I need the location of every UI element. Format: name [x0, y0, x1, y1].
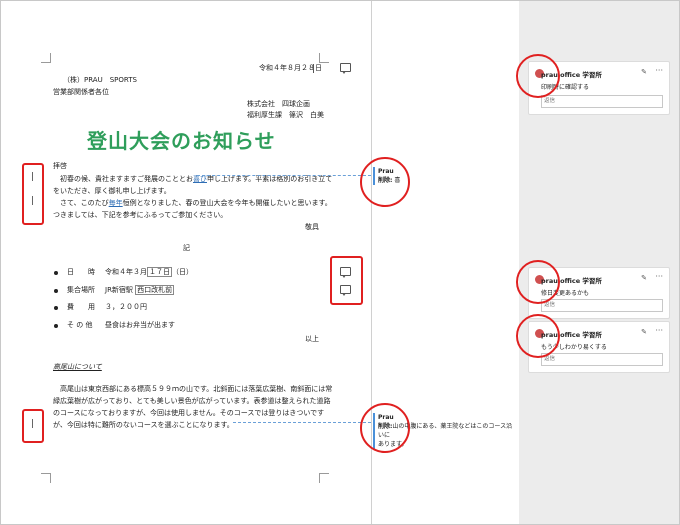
item-value-text: 令和４年３月	[105, 268, 147, 276]
body-line-2[interactable]: をいただき、厚く御礼申し上げます。	[53, 188, 171, 195]
more-icon[interactable]: ···	[655, 272, 663, 281]
reply-input[interactable]: 返信	[541, 299, 663, 312]
item-label[interactable]: 費 用	[67, 304, 95, 311]
body-text: をいただき、厚く御礼申し上げます。	[53, 187, 171, 195]
body-text: つきましては、下記を参考にふるってご参加ください。	[53, 211, 228, 219]
section-line[interactable]: 高尾山は東京西部にある標高５９９ｍの山です。北斜面には落葉広葉樹、南斜面には常	[53, 386, 332, 393]
highlight-circle	[516, 260, 560, 304]
reply-input[interactable]: 返信	[541, 353, 663, 366]
item-value-text: （日）	[172, 268, 193, 276]
body-line-1[interactable]: 初春の候、貴社ますますご発展のこととお喜び申し上げます。平素は格別のお引き立て	[53, 176, 332, 183]
greeting[interactable]: 拝啓	[53, 163, 67, 170]
comment-anchor[interactable]: １７日	[147, 267, 172, 277]
item-value[interactable]: 令和４年３月 １７日 （日）	[105, 267, 193, 277]
margin-corner	[41, 473, 51, 483]
item-label[interactable]: 集合場所	[67, 287, 95, 294]
bullet	[54, 289, 58, 293]
body-text: 初春の候、貴社ますますご発展のこととお	[53, 175, 193, 183]
document-title[interactable]: 登山大会のお知らせ	[87, 125, 276, 154]
reply-input[interactable]: 返信	[541, 95, 663, 108]
body-text: 恒例となりました、春の登山大会を今年も開催したいと思います。	[122, 199, 332, 207]
sender-person[interactable]: 福利厚生課 篠沢 白美	[247, 112, 324, 119]
highlight-circle	[516, 314, 560, 358]
comment-anchor[interactable]: 毎年	[109, 199, 123, 207]
more-icon[interactable]: ···	[655, 326, 663, 335]
margin-corner	[319, 473, 329, 483]
more-icon[interactable]: ···	[655, 66, 663, 75]
margin-corner	[319, 53, 329, 63]
section-line[interactable]: 緑広葉樹が広がっており、とても美しい景色が広がっています。表参道は整えられた道路	[53, 398, 331, 405]
bullet	[54, 324, 58, 328]
highlight-box	[330, 256, 363, 305]
comment-icon[interactable]	[340, 63, 351, 74]
highlight-circle	[360, 157, 410, 207]
item-value[interactable]: ３，２００円	[105, 304, 147, 311]
highlight-circle	[360, 403, 410, 453]
bullet	[54, 271, 58, 275]
section-line[interactable]: のコースになっておりますが、今回は使用しません。そのコースでは登りはきついです	[53, 410, 324, 417]
highlight-circle	[516, 54, 560, 98]
highlight-box	[22, 163, 44, 225]
change-connector	[233, 422, 371, 423]
body-text: 申し上げます。平素は格別のお引き立て	[207, 175, 333, 183]
section-heading[interactable]: 高尾山について	[53, 364, 102, 371]
edit-icon[interactable]: ✎	[641, 68, 647, 76]
item-label[interactable]: 日 時	[67, 269, 95, 276]
body-text: さて、このたび	[53, 199, 109, 207]
sender-company[interactable]: 株式会社 四球企画	[247, 101, 310, 108]
keigu[interactable]: 敬具	[305, 224, 319, 231]
margin-corner	[41, 53, 51, 63]
document-page[interactable]: 令和４年８月２８日 （株）PRAU SPORTS 営業部関係者各位 株式会社 四…	[1, 1, 371, 524]
section-line[interactable]: が、今回は特に難所のないコースを選ぶことになります。	[53, 422, 234, 429]
tracked-change[interactable]: 喜び	[193, 175, 207, 183]
edit-icon[interactable]: ✎	[641, 274, 647, 282]
bullet	[54, 306, 58, 310]
ijou[interactable]: 以上	[305, 336, 319, 343]
body-line-3[interactable]: さて、このたび毎年恒例となりました、春の登山大会を今年も開催したいと思います。	[53, 200, 332, 207]
word-window: 令和４年８月２８日 （株）PRAU SPORTS 営業部関係者各位 株式会社 四…	[0, 0, 680, 525]
item-value[interactable]: JR新宿駅 西口改札前	[105, 285, 175, 295]
item-value[interactable]: 昼食はお弁当が出ます	[105, 322, 175, 329]
item-label[interactable]: そ の 他	[67, 322, 92, 329]
edit-icon[interactable]: ✎	[641, 328, 647, 336]
recipient-dept[interactable]: 営業部関係者各位	[53, 89, 109, 96]
body-line-4[interactable]: つきましては、下記を参考にふるってご参加ください。	[53, 212, 227, 219]
change-connector	[197, 175, 371, 176]
text-cursor	[313, 64, 314, 73]
comment-anchor[interactable]: 西口改札前	[135, 285, 175, 295]
item-value-text: JR新宿駅	[105, 286, 133, 294]
highlight-box	[22, 409, 44, 443]
recipient-company[interactable]: （株）PRAU SPORTS	[63, 77, 137, 84]
ki-heading[interactable]: 記	[183, 245, 190, 252]
